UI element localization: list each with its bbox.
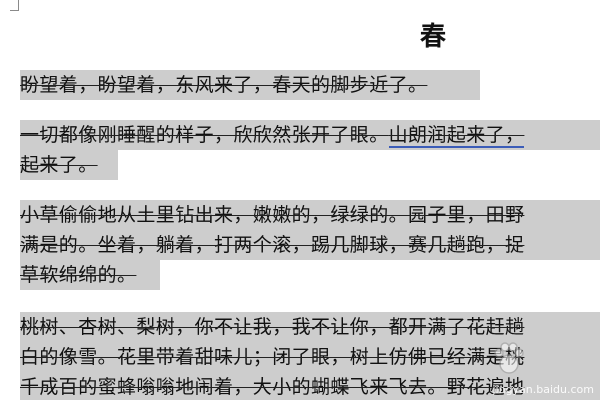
- paragraph-2-line-1[interactable]: 一切都像刚睡醒的样子，欣欣然张开了眼。山朗润起来了，: [20, 120, 600, 150]
- paragraph-2-text: 一切都像刚睡醒的样子，欣欣然张开了眼。: [20, 124, 389, 146]
- paragraph-2-line-2[interactable]: 起来了。: [20, 150, 118, 180]
- page-title[interactable]: 春: [420, 16, 446, 53]
- paragraph-3-line-3[interactable]: 草软绵绵的。: [20, 260, 160, 290]
- watermark-text: jingyan.baidu.com: [492, 383, 594, 396]
- baidu-paw-icon: [494, 342, 524, 374]
- paragraph-3-line-1[interactable]: 小草偷偷地从土里钻出来，嫩嫩的，绿绿的。园子里，田野: [20, 200, 600, 230]
- paragraph-3-line-2[interactable]: 满是的。坐着，躺着，打两个滚，踢几脚球，赛几趟跑，捉: [20, 230, 600, 260]
- grammar-flagged-text[interactable]: 山朗润起来了，: [388, 124, 525, 148]
- paragraph-1-line-1[interactable]: 盼望着，盼望着，东风来了，春天的脚步近了。: [20, 70, 480, 100]
- margin-corner-marker: [10, 0, 19, 11]
- document-page[interactable]: 春 盼望着，盼望着，东风来了，春天的脚步近了。 一切都像刚睡醒的样子，欣欣然张开…: [0, 0, 600, 400]
